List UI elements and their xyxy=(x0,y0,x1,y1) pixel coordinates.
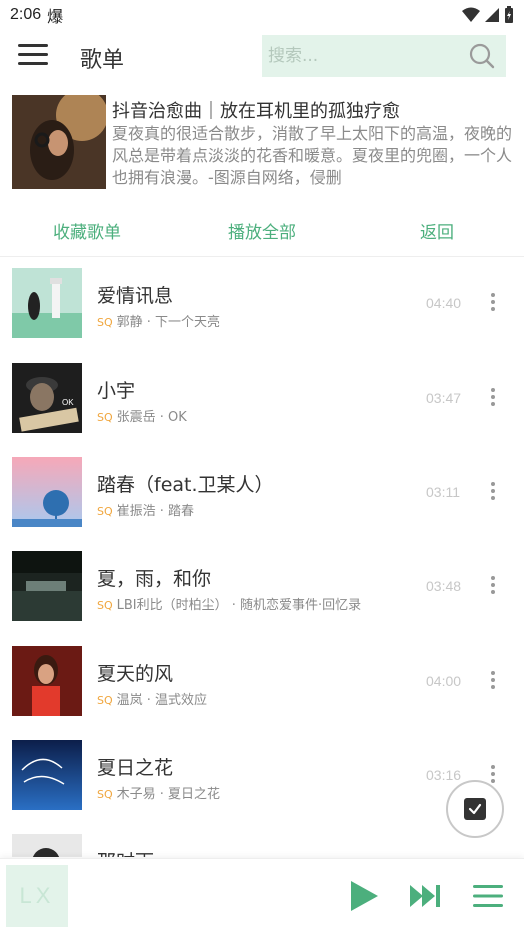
page-title: 歌单 xyxy=(80,48,125,73)
playlist-info: 抖音治愈曲｜放在耳机里的孤独疗愈 夏夜真的很适合散步，消散了早上太阳下的高温，夜… xyxy=(12,95,512,191)
song-title: 夏日之花 xyxy=(97,757,174,779)
menu-icon[interactable] xyxy=(18,44,48,70)
song-list[interactable]: 爱情讯息 SQ 郭静 · 下一个天亮 04:40 OK 小宇 SQ 张震岳 · OK… xyxy=(0,257,524,857)
more-icon[interactable] xyxy=(488,576,498,596)
song-meta: SQ 崔振浩 · 踏春 xyxy=(97,500,194,519)
more-icon[interactable] xyxy=(488,671,498,691)
song-row[interactable]: 那时雨 xyxy=(0,823,524,857)
album-cover-image xyxy=(12,268,82,338)
collect-playlist-button[interactable]: 收藏歌单 xyxy=(53,218,121,243)
playlist-actions: 收藏歌单 播放全部 返回 xyxy=(0,208,524,252)
playlist-title: 抖音治愈曲｜放在耳机里的孤独疗愈 xyxy=(112,101,400,122)
song-title: 夏天的风 xyxy=(97,663,174,685)
quality-badge: SQ xyxy=(97,788,113,801)
quality-badge: SQ xyxy=(97,316,113,329)
song-row[interactable]: 踏春（feat.卫某人） SQ 崔振浩 · 踏春 03:11 xyxy=(0,446,524,540)
song-artist-album: 崔振浩 · 踏春 xyxy=(116,504,195,519)
song-meta: SQ 郭静 · 下一个天亮 xyxy=(97,311,220,330)
quality-badge: SQ xyxy=(97,411,113,424)
header: 歌单 xyxy=(0,34,524,80)
quality-badge: SQ xyxy=(97,599,113,612)
song-title: 夏，雨，和你 xyxy=(97,568,212,590)
status-bar: 2:06 爆 xyxy=(0,0,524,30)
song-artist-album: 木子易 · 夏日之花 xyxy=(116,787,221,802)
song-row[interactable]: 夏天的风 SQ 温岚 · 温式效应 04:00 xyxy=(0,635,524,729)
song-title: 小宇 xyxy=(97,380,136,402)
signal-icon xyxy=(485,8,499,22)
next-track-icon[interactable] xyxy=(408,883,442,909)
back-button[interactable]: 返回 xyxy=(420,218,454,243)
song-title: 那时雨 xyxy=(97,847,154,857)
song-row[interactable]: OK 小宇 SQ 张震岳 · OK 03:47 xyxy=(0,352,524,446)
song-duration: 03:11 xyxy=(426,484,460,500)
song-artist-album: 温岚 · 温式效应 xyxy=(116,693,208,708)
song-row[interactable]: 夏，雨，和你 SQ LBI利比（时柏尘） · 随机恋爱事件·回忆录 03:48 xyxy=(0,540,524,634)
song-meta: SQ 木子易 · 夏日之花 xyxy=(97,783,220,802)
playlist-menu-icon[interactable] xyxy=(472,883,504,909)
playlist-cover-image xyxy=(12,95,106,189)
quality-badge: SQ xyxy=(97,694,113,707)
play-icon[interactable] xyxy=(348,879,380,913)
song-row[interactable]: 爱情讯息 SQ 郭静 · 下一个天亮 04:40 xyxy=(0,257,524,351)
song-artist-album: LBI利比（时柏尘） · 随机恋爱事件·回忆录 xyxy=(116,598,362,613)
more-icon[interactable] xyxy=(488,388,498,408)
status-time: 2:06 xyxy=(10,6,42,23)
search-box[interactable] xyxy=(262,35,506,77)
song-duration: 03:47 xyxy=(426,390,462,406)
quality-badge: SQ xyxy=(97,505,113,518)
song-duration: 04:40 xyxy=(426,295,462,311)
song-meta: SQ 张震岳 · OK xyxy=(97,406,187,425)
album-cover-image: OK xyxy=(12,363,82,433)
album-cover-image xyxy=(12,551,82,621)
song-artist-album: 张震岳 · OK xyxy=(116,410,187,425)
battery-icon xyxy=(505,6,513,23)
album-cover-image xyxy=(12,457,82,527)
more-icon[interactable] xyxy=(488,293,498,313)
album-cover-image xyxy=(12,740,82,810)
album-cover-image xyxy=(12,834,82,857)
play-all-button[interactable]: 播放全部 xyxy=(228,218,296,243)
status-app-icon: 爆 xyxy=(47,7,64,26)
more-icon[interactable] xyxy=(488,482,498,502)
album-cover-image xyxy=(12,646,82,716)
player-logo[interactable]: LX xyxy=(6,865,68,927)
playlist-description: 夏夜真的很适合散步，消散了早上太阳下的高温，夜晚的风总是带着点淡淡的花香和暖意。… xyxy=(112,124,512,187)
multi-select-button[interactable] xyxy=(446,780,504,838)
song-title: 踏春（feat.卫某人） xyxy=(97,474,274,496)
song-artist-album: 郭静 · 下一个天亮 xyxy=(116,315,221,330)
more-icon[interactable] xyxy=(488,765,498,785)
song-meta: SQ LBI利比（时柏尘） · 随机恋爱事件·回忆录 xyxy=(97,594,361,613)
song-meta: SQ 温岚 · 温式效应 xyxy=(97,689,207,708)
search-icon[interactable] xyxy=(468,42,496,70)
song-duration: 03:48 xyxy=(426,578,462,594)
song-title: 爱情讯息 xyxy=(97,285,174,307)
search-input[interactable] xyxy=(268,46,458,66)
checkbox-icon xyxy=(464,798,486,820)
song-duration: 03:16 xyxy=(426,767,462,783)
player-bar: LX xyxy=(0,858,524,932)
svg-text:OK: OK xyxy=(62,398,74,407)
status-indicators xyxy=(462,6,514,24)
song-duration: 04:00 xyxy=(426,673,462,689)
wifi-icon xyxy=(462,7,480,22)
